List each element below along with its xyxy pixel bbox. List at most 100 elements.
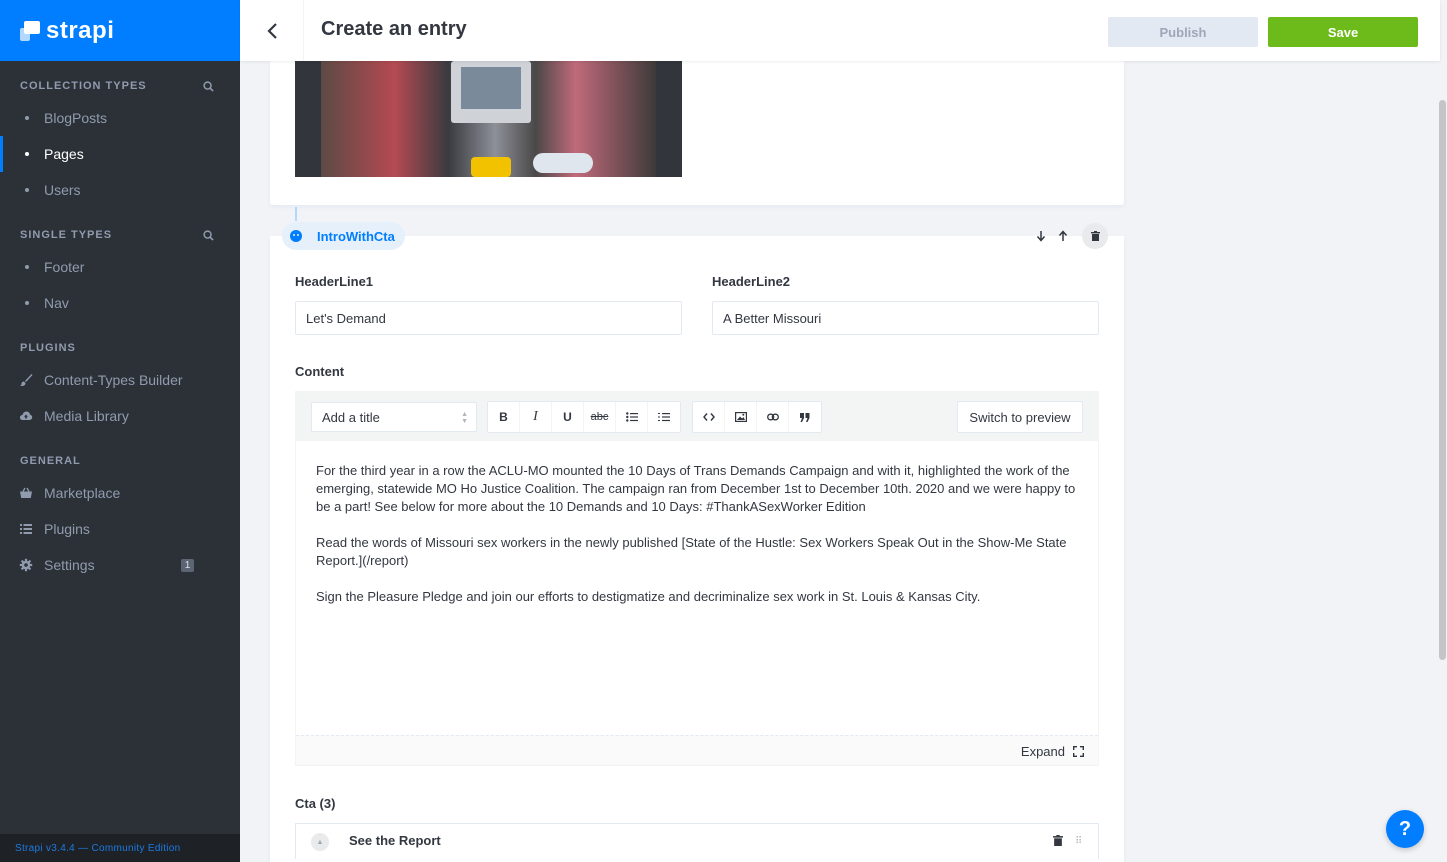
underline-button[interactable]: U <box>552 402 584 432</box>
sidebar-item-label: Content-Types Builder <box>44 372 183 388</box>
sidebar-item-blogposts[interactable]: BlogPosts <box>0 100 240 136</box>
editor-toolbar: Add a title ▲ ▼ B I U abc Switch to prev… <box>296 392 1098 441</box>
strikethrough-button[interactable]: abc <box>584 402 616 432</box>
quote-button[interactable] <box>789 402 821 432</box>
heading-select-value: Add a title <box>322 409 380 425</box>
headerline2-label: HeaderLine2 <box>712 274 791 289</box>
sidebar-item-label: Footer <box>44 259 85 275</box>
expand-label: Expand <box>1020 744 1065 759</box>
plugins-heading: PLUGINS <box>20 342 76 354</box>
gear-icon <box>19 558 33 572</box>
switch-to-preview-button[interactable]: Switch to preview <box>957 401 1083 433</box>
search-icon[interactable] <box>203 229 214 241</box>
version-label[interactable]: Strapi v3.4.4 — Community Edition <box>0 834 240 862</box>
cta-item-label: See the Report <box>349 833 441 848</box>
headerline1-label: HeaderLine1 <box>295 274 374 289</box>
brand-logo[interactable]: strapi <box>0 0 240 61</box>
code-icon <box>702 413 715 421</box>
smile-icon <box>290 230 302 242</box>
chevron-up-icon[interactable]: ▲ <box>311 833 329 851</box>
image-button[interactable] <box>725 402 757 432</box>
back-button[interactable] <box>240 0 304 61</box>
editor-paragraph: Read the words of Missouri sex workers i… <box>316 535 1067 568</box>
delete-component-button[interactable] <box>1082 223 1108 249</box>
sidebar-item-label: BlogPosts <box>44 110 108 126</box>
publish-button[interactable]: Publish <box>1108 17 1258 47</box>
select-caret-icon: ▲ ▼ <box>461 411 468 425</box>
list-icon <box>20 524 32 534</box>
single-types-heading: SINGLE TYPES <box>20 229 113 241</box>
insert-tools <box>692 401 822 433</box>
arrow-up-icon <box>1058 230 1068 241</box>
sidebar-item-label: Nav <box>44 295 69 311</box>
sidebar-item-label: Marketplace <box>44 485 121 501</box>
component-tag[interactable]: IntroWithCta <box>282 222 405 250</box>
sidebar-item-marketplace[interactable]: Marketplace <box>0 475 240 511</box>
sidebar-item-pages[interactable]: Pages <box>0 136 240 172</box>
fullscreen-icon <box>1073 746 1084 757</box>
settings-badge: 1 <box>181 559 194 572</box>
sidebar-item-footer[interactable]: Footer <box>0 249 240 285</box>
move-down-button[interactable] <box>1030 222 1052 250</box>
italic-button[interactable]: I <box>520 402 552 432</box>
basket-icon <box>20 487 32 498</box>
collection-types-section: COLLECTION TYPES BlogPosts Pages Users <box>0 61 240 208</box>
chevron-left-icon <box>266 22 277 39</box>
bulleted-list-icon <box>625 412 638 422</box>
content-label: Content <box>295 364 345 379</box>
search-icon[interactable] <box>203 80 214 92</box>
media-photo <box>321 61 656 177</box>
sidebar-item-media-library[interactable]: Media Library <box>0 398 240 434</box>
save-button[interactable]: Save <box>1268 17 1418 47</box>
cta-label: Cta (3) <box>295 796 336 811</box>
editor-textarea[interactable]: For the third year in a row the ACLU-MO … <box>296 441 1098 735</box>
arrow-down-icon <box>1036 231 1046 242</box>
collection-types-heading: COLLECTION TYPES <box>20 80 147 92</box>
page-title: Create an entry <box>321 18 467 40</box>
sidebar-item-label: Users <box>44 182 81 198</box>
media-preview[interactable] <box>295 61 682 177</box>
image-icon <box>734 412 747 422</box>
strapi-logo-icon <box>20 20 40 41</box>
sidebar-item-settings[interactable]: Settings 1 <box>0 547 240 583</box>
sidebar-item-users[interactable]: Users <box>0 172 240 208</box>
headerline1-field[interactable]: Let's Demand <box>295 301 682 335</box>
cta-item[interactable]: ▲ See the Report ⠿ <box>295 823 1099 859</box>
editor-paragraph: Sign the Pleasure Pledge and join our ef… <box>316 589 981 604</box>
quote-icon <box>800 412 810 422</box>
trash-icon[interactable] <box>1053 835 1063 846</box>
bulleted-list-button[interactable] <box>616 402 648 432</box>
help-button[interactable]: ? <box>1386 810 1424 848</box>
header: Create an entry Publish Save <box>240 0 1440 61</box>
sidebar-item-plugins[interactable]: Plugins <box>0 511 240 547</box>
component-connector <box>295 207 297 221</box>
scrollbar-thumb[interactable] <box>1439 100 1446 660</box>
sidebar-item-label: Pages <box>44 146 84 162</box>
sidebar: strapi COLLECTION TYPES BlogPosts Pages … <box>0 0 240 862</box>
move-up-button[interactable] <box>1052 222 1074 250</box>
format-tools: B I U abc <box>487 401 681 433</box>
brand-name: strapi <box>46 16 115 44</box>
general-section: GENERAL Marketplace Plugins Settings 1 <box>0 434 240 583</box>
editor-paragraph: For the third year in a row the ACLU-MO … <box>316 463 1076 514</box>
link-button[interactable] <box>757 402 789 432</box>
editor-footer: Expand <box>296 735 1098 765</box>
sidebar-item-label: Media Library <box>44 408 129 424</box>
code-button[interactable] <box>693 402 725 432</box>
numbered-list-button[interactable] <box>648 402 680 432</box>
brush-icon <box>20 374 33 386</box>
markdown-editor: Add a title ▲ ▼ B I U abc Switch to prev… <box>295 391 1099 766</box>
plugins-section: PLUGINS Content-Types Builder Media Libr… <box>0 321 240 434</box>
link-icon <box>766 413 779 421</box>
single-types-section: SINGLE TYPES Footer Nav <box>0 208 240 321</box>
heading-select[interactable]: Add a title ▲ ▼ <box>311 402 477 432</box>
headerline2-field[interactable]: A Better Missouri <box>712 301 1099 335</box>
bold-button[interactable]: B <box>488 402 520 432</box>
sidebar-item-label: Plugins <box>44 521 90 537</box>
component-actions <box>1030 222 1108 250</box>
sidebar-item-content-types-builder[interactable]: Content-Types Builder <box>0 362 240 398</box>
general-heading: GENERAL <box>20 455 81 467</box>
drag-handle-icon[interactable]: ⠿ <box>1075 836 1082 847</box>
sidebar-item-nav[interactable]: Nav <box>0 285 240 321</box>
expand-button[interactable]: Expand <box>1021 744 1084 759</box>
